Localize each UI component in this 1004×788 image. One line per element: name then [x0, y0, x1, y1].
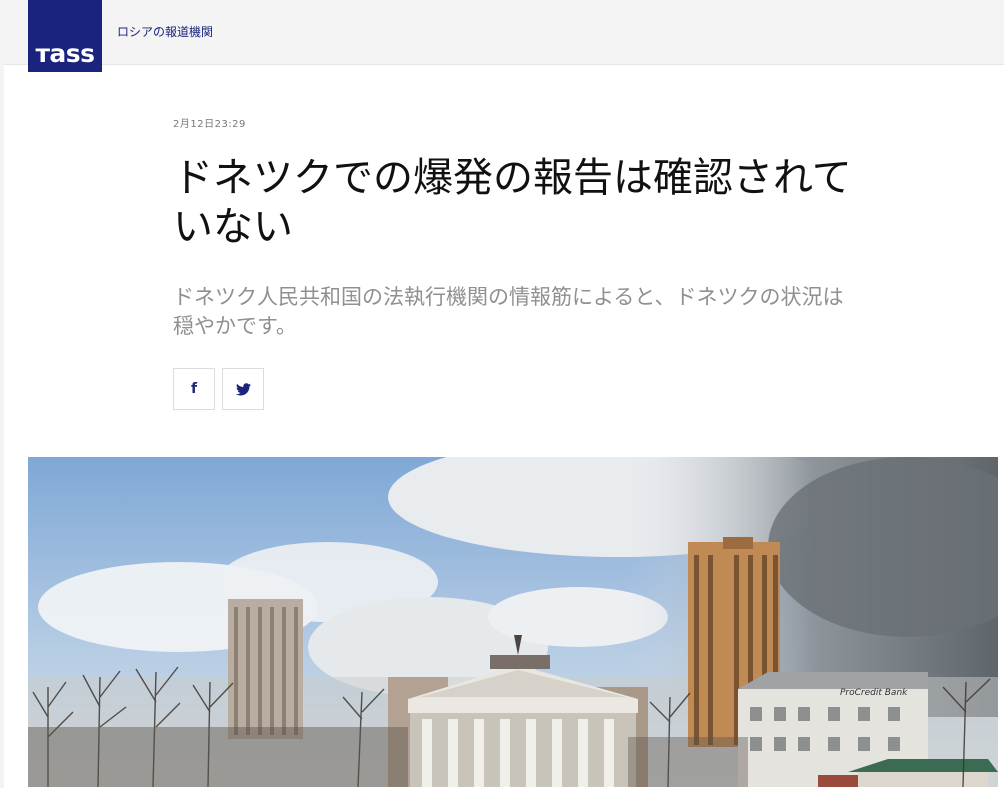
site-tagline: ロシアの報道機関	[117, 25, 214, 39]
facebook-icon: f	[190, 381, 198, 397]
article-photo: ProCredit Bank	[28, 457, 998, 787]
article-date: 2月12日23:29	[173, 119, 246, 130]
article-lead: ドネツク人民共和国の法執行機関の情報筋によると、ドネツクの状況は穏やかです。	[173, 285, 844, 338]
top-bar: тass ロシアの報道機関	[0, 0, 1004, 72]
facebook-share-button[interactable]: f	[173, 368, 215, 410]
twitter-icon	[235, 382, 251, 395]
twitter-share-button[interactable]	[222, 368, 264, 410]
bank-sign: ProCredit Bank	[840, 688, 908, 698]
tass-logo[interactable]: тass	[28, 0, 102, 72]
article-headline: ドネツクでの爆発の報告は確認されていない	[173, 155, 852, 250]
